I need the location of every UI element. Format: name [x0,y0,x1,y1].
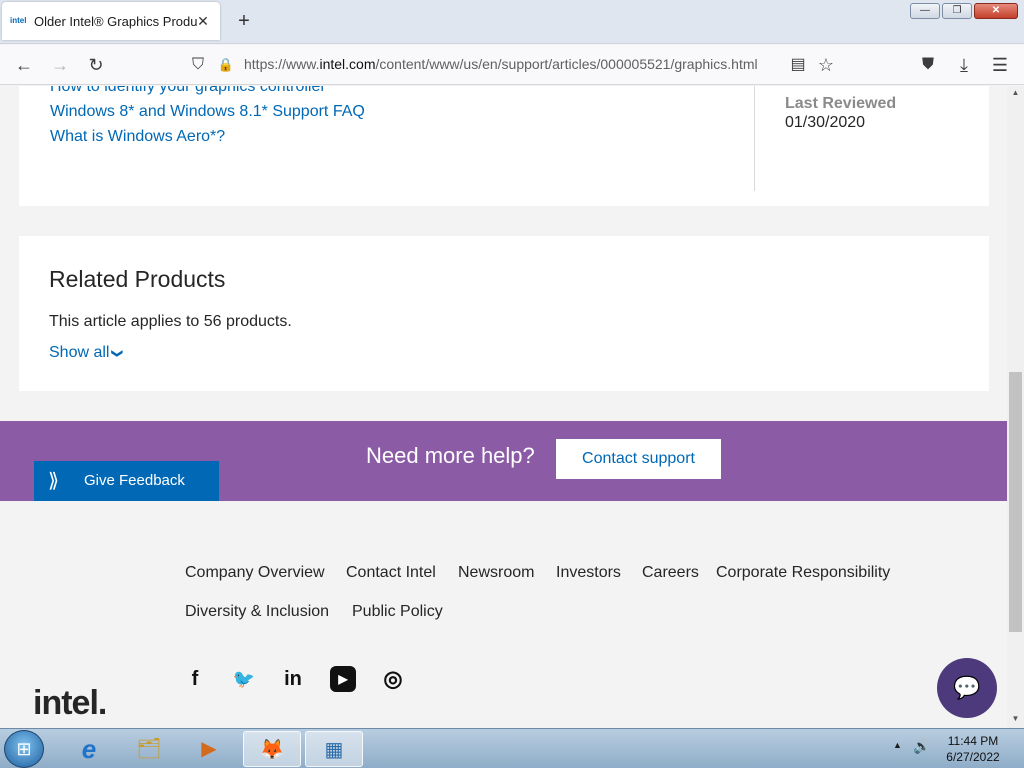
tracking-shield-icon[interactable]: ⛉ [186,53,210,77]
url-domain: intel.com [319,56,376,72]
maximize-button[interactable]: ❐ [942,3,972,19]
tray-up-arrow-icon[interactable]: ▲ [893,740,902,750]
control-panel-icon[interactable]: ▦ [305,731,363,767]
browser-tab-bar: intel Older Intel® Graphics Products ✕ +… [0,0,1024,44]
browser-tab[interactable]: intel Older Intel® Graphics Products ✕ [2,2,220,40]
linkedin-icon[interactable]: in [280,666,306,692]
scroll-down-icon[interactable]: ▼ [1007,712,1024,726]
close-window-button[interactable]: ✕ [974,3,1018,19]
footer-link[interactable]: Company Overview [185,564,325,582]
internet-explorer-icon[interactable]: e [60,731,118,767]
show-all-label: Show all [49,344,110,361]
related-products-title: Related Products [49,266,226,292]
youtube-icon[interactable]: ▶ [330,666,356,692]
footer-link[interactable]: Careers [642,564,699,582]
divider [754,86,755,191]
close-tab-icon[interactable]: ✕ [194,12,212,30]
footer-link[interactable]: Corporate Responsibility [716,564,890,582]
chat-icon: 💬 [953,675,981,700]
footer-link[interactable]: Diversity & Inclusion [185,603,329,621]
intel-logo[interactable]: intel. [33,684,107,723]
give-feedback-button[interactable]: ⟫ Give Feedback [34,461,219,501]
related-products-card: Related Products This article applies to… [19,236,989,391]
lock-icon[interactable]: 🔒 [214,53,238,77]
instagram-icon[interactable]: ◎ [380,666,406,692]
volume-icon[interactable]: 🔊 [913,738,930,755]
clock-date: 6/27/2022 [946,750,1000,764]
footer-link[interactable]: Newsroom [458,564,534,582]
menu-icon[interactable]: ☰ [988,53,1012,77]
scrollbar-thumb[interactable] [1009,372,1022,632]
file-explorer-icon[interactable]: 🗂 [120,731,178,767]
scroll-up-icon[interactable]: ▲ [1007,86,1024,100]
article-link[interactable]: What is Windows Aero*? [50,128,225,146]
new-tab-button[interactable]: + [232,10,256,34]
clock-time: 11:44 PM [947,734,999,748]
article-link[interactable]: How to identify your graphics controller [50,86,326,96]
give-feedback-label: Give Feedback [84,472,185,489]
downloads-icon[interactable]: ⤓ [952,53,976,77]
chat-button[interactable]: 💬 [937,658,997,718]
show-all-link[interactable]: Show all ❯ [49,344,124,362]
tab-title: Older Intel® Graphics Products [34,14,198,29]
article-link[interactable]: Windows 8* and Windows 8.1* Support FAQ [50,103,365,121]
page-scrollbar[interactable]: ▲ ▼ [1007,86,1024,728]
navigation-toolbar: ← → ↻ ⛉ 🔒 https://www.intel.com/content/… [0,45,1024,85]
url-prefix: https://www. [244,56,320,72]
pocket-icon[interactable]: ⛊ [916,53,940,77]
start-button[interactable]: ⊞ [4,730,44,768]
media-player-icon[interactable]: ▶ [180,731,238,767]
footer-link[interactable]: Investors [556,564,621,582]
bookmark-star-icon[interactable]: ☆ [814,53,838,77]
feedback-icon: ⟫ [48,470,60,492]
last-reviewed-date: 01/30/2020 [785,114,866,131]
address-bar[interactable]: https://www.intel.com/content/www/us/en/… [244,56,758,72]
windows-taskbar: ⊞ e 🗂 ▶ 🦊 ▦ ▲ 🔊 11:44 PM 6/27/2022 [0,728,1024,768]
footer-link[interactable]: Contact Intel [346,564,436,582]
windows-logo-icon: ⊞ [16,739,32,759]
contact-support-button[interactable]: Contact support [556,439,721,479]
related-products-count: This article applies to 56 products. [49,313,292,330]
forward-icon[interactable]: → [48,53,72,77]
need-help-text: Need more help? [366,443,535,468]
system-clock[interactable]: 11:44 PM 6/27/2022 [940,733,1006,765]
article-links-card: How to identify your graphics controller… [19,86,989,206]
window-controls: — ❐ ✕ [910,3,1018,19]
footer-link[interactable]: Public Policy [352,603,443,621]
reload-icon[interactable]: ↻ [84,53,108,77]
chevron-down-icon: ❯ [111,348,124,359]
facebook-icon[interactable]: f [182,666,208,692]
url-path: /content/www/us/en/support/articles/0000… [375,56,758,72]
last-reviewed-label: Last Reviewed [785,95,897,112]
back-icon[interactable]: ← [12,53,36,77]
twitter-icon[interactable]: 🐦 [231,666,257,692]
reader-view-icon[interactable]: ▤ [786,53,810,77]
intel-favicon-icon: intel [10,16,27,25]
firefox-icon[interactable]: 🦊 [243,731,301,767]
minimize-button[interactable]: — [910,3,940,19]
web-page: How to identify your graphics controller… [0,86,1007,728]
